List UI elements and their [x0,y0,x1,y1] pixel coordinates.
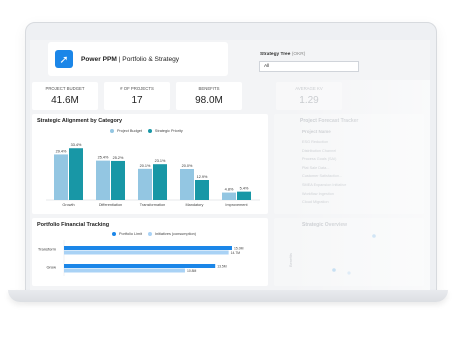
bar-project-budget [138,168,152,200]
strategy-tree-label: Strategy Tree (OKR) [260,52,305,57]
data-label: 20.1% [140,164,151,168]
kpi-value: 17 [131,95,143,106]
laptop-base [8,290,448,302]
financial-tracking-chart: Transform 15.0M14.7M Grow 13.5M 10.8M [38,240,244,276]
data-label: 25.4% [98,156,109,160]
project-name-header: Project Name [302,129,331,134]
report-title: Power PPM | Portfolio & Strategy [81,56,179,63]
strategic-alignment-chart: 29.4% 33.4% Growth 25.4% 25.2% Differentiatio… [46,143,260,207]
strategy-tree-value: All [264,64,270,69]
overview-scatter [332,234,376,275]
category-label: Differentiation [99,203,122,207]
project-forecast-panel: Project Forecast Tracker Project Name ES… [274,114,424,214]
data-label: 12.9% [197,175,208,179]
data-label: 10.8M [187,269,197,273]
strategic-alignment-panel: Strategic Alignment by Category Project … [32,114,268,214]
rocket-icon: ➚ [55,50,73,68]
bar-initiatives-consumption- [64,268,185,273]
forecast-row: Distribution Channel [302,148,337,153]
forecast-title: Project Forecast Tracker [300,118,359,124]
data-label: 23.1% [155,159,166,163]
strategy-tree-label-hint: (OKR) [291,52,306,57]
kpi-average-kv: AVERAGE KV 1.29 [276,82,342,110]
bar-project-budget [54,154,68,200]
category-label: Transformation [140,203,165,207]
bar-project-budget [222,192,236,200]
data-label: 15.0M [234,246,244,250]
kpi-value: 41.6M [51,95,79,106]
kpi-label: AVERAGE KV [295,86,323,91]
app-name: Power PPM [81,55,117,63]
forecast-row: Process Goals (SAI) [302,157,337,162]
bar-project-budget [96,160,110,200]
kpi-project-budget: PROJECT BUDGET 41.6M [32,82,98,110]
bar-strategic-priority [111,160,125,200]
forecast-row: Cloud Migration [302,200,329,205]
forecast-row: SMEA Expansion Initiative [302,183,347,187]
forecast-row: Customer Satisfaction... [302,174,343,179]
category-label: Mandatory [186,203,204,207]
kpi-label: BENEFITS [198,86,220,91]
data-label: 29.4% [56,149,67,153]
scatter-point [347,271,351,275]
app-subtitle: | Portfolio & Strategy [116,55,180,63]
category-label: Grow [46,265,56,270]
bar-strategic-priority [195,180,209,200]
strategic-overview-panel: Strategic Overview Benefits [274,218,424,286]
financial-tracking-panel: Portfolio Financial Tracking Portfolio L… [32,218,268,286]
data-label: 14.7M [231,251,241,255]
dashboard-screen: ➚ Power PPM | Portfolio & Strategy Strat… [30,40,430,290]
kpi-benefits: BENEFITS 98.0M [176,82,242,110]
kpi-label: PROJECT BUDGET [45,86,85,91]
forecast-row: ESG Reduction [302,140,329,144]
data-label: 20.0% [182,164,193,168]
data-label: 25.2% [113,156,124,160]
data-label: 5.4% [240,187,249,191]
forecast-row: Workflow Ingestion [302,191,335,196]
data-label: 33.4% [71,143,82,147]
category-label: Improvement [225,203,248,207]
bar-strategic-priority [69,148,83,200]
forecast-row: Plat Sale Data... [302,165,330,170]
scatter-point [332,268,336,272]
bar-project-budget [180,169,194,200]
category-label: Transform [38,247,57,252]
data-label: 13.5M [217,264,227,268]
scatter-point [372,234,376,238]
bar-portfolio-limit [64,246,232,250]
kpi-number-of-projects: # OF PROJECTS 17 [104,82,170,110]
bar-strategic-priority [153,164,167,200]
bar-strategic-priority [237,191,251,200]
strategy-tree-label-text: Strategy Tree [260,52,291,57]
category-label: Growth [62,203,74,207]
bar-portfolio-limit [64,264,216,268]
data-label: 4.8% [225,188,234,192]
kpi-value: 1.29 [299,95,319,106]
kpi-label: # OF PROJECTS [120,86,154,91]
kpi-value: 98.0M [195,95,223,106]
bar-initiatives-consumption- [64,250,229,255]
report-header: ➚ Power PPM | Portfolio & Strategy [48,42,228,76]
strategy-tree-dropdown[interactable]: All [259,61,359,72]
